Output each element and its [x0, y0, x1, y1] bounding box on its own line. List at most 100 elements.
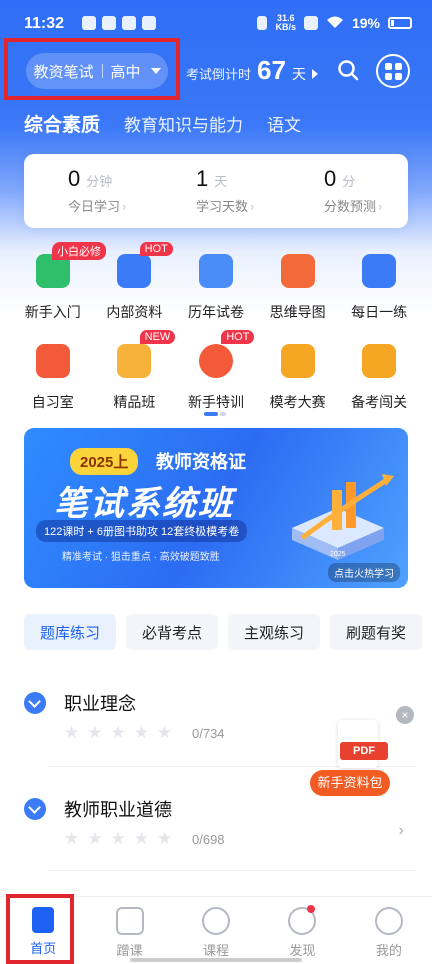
tab-chinese[interactable]: 语文 [267, 111, 301, 136]
nav-profile[interactable]: 我的 [346, 897, 432, 964]
feature-mock-contest[interactable]: 模考大赛 [257, 334, 339, 424]
chevron-right-icon: › [122, 199, 127, 214]
star-icon: ★ [64, 829, 80, 848]
page-indicator-active [204, 412, 218, 416]
feature-label: 备考闯关 [351, 394, 408, 410]
chapter-progress: 0/734 [192, 726, 225, 741]
banner-pill: 122课时 + 6册图书助攻 12套终极模考卷 [36, 520, 248, 542]
banner-title: 笔试系统班 [54, 485, 234, 523]
vibrate-icon [257, 16, 268, 30]
chapter-stars: ★ ★ ★ ★ ★ [64, 724, 172, 741]
book-cover-label: 2025 [330, 551, 346, 558]
stat-value: 0 [324, 166, 337, 191]
trophy-icon [280, 344, 315, 378]
feature-label: 历年试卷 [187, 304, 244, 320]
nav-label: 我的 [375, 943, 402, 958]
tab-key-points[interactable]: 必背考点 [126, 614, 219, 650]
premium-class-icon [117, 344, 152, 378]
feature-past-papers[interactable]: 历年试卷 [175, 244, 257, 334]
net-speed: 31.6 KB/s [275, 14, 296, 32]
net-speed-unit: KB/s [275, 22, 296, 32]
feature-beginner-training[interactable]: HOT 新手特训 [175, 330, 257, 424]
banner-cta: 点击火热学习 [328, 563, 400, 582]
status-time: 11:32 [24, 15, 65, 32]
smile-icon [374, 907, 403, 935]
chevron-right-icon: › [378, 199, 383, 214]
star-icon: ★ [87, 723, 103, 742]
feature-label: 每日一练 [351, 304, 408, 320]
exam-countdown[interactable]: 考试倒计时 67 天 [186, 55, 318, 86]
feature-mindmap[interactable]: 思维导图 [257, 244, 339, 334]
caret-right-icon [311, 69, 318, 79]
battery-text: 19% [351, 15, 380, 31]
nav-discover[interactable]: 发现 [259, 897, 345, 964]
play-bubble-icon [202, 907, 231, 935]
study-room-icon [35, 344, 70, 378]
tab-education-knowledge[interactable]: 教育知识与能力 [124, 111, 243, 136]
chapter-stars: ★ ★ ★ ★ ★ [64, 830, 172, 847]
target-icon [198, 344, 233, 378]
apps-grid-icon [384, 62, 402, 80]
notification-icon [82, 16, 96, 30]
tab-practice-rewards[interactable]: 刷题有奖 [330, 614, 423, 650]
wifi-icon [326, 15, 344, 32]
tiktok-icon [122, 16, 136, 30]
stat-value: 1 [196, 166, 209, 191]
status-right: 31.6 KB/s 19% [257, 14, 412, 32]
chevron-down-icon[interactable] [24, 692, 46, 714]
close-icon[interactable]: × [396, 706, 414, 724]
feature-badge: NEW [139, 330, 176, 344]
banner-subtitle: 教师资格证 [156, 452, 246, 472]
star-icon: ★ [157, 829, 173, 848]
tab-comprehensive[interactable]: 综合素质 [24, 110, 100, 137]
app-notify-icon [142, 16, 156, 30]
feature-label: 思维导图 [269, 304, 326, 320]
stat-score-forecast[interactable]: 0分 分数预测 › [280, 154, 408, 228]
star-icon: ★ [133, 723, 149, 742]
promo-banner[interactable]: 2025上 教师资格证 笔试系统班 122课时 + 6册图书助攻 12套终极模考… [24, 428, 408, 588]
sim-icon [303, 16, 318, 30]
feature-badge: HOT [139, 242, 173, 256]
battery-icon [388, 17, 412, 29]
countdown-unit: 天 [291, 66, 306, 82]
feature-row: 小白必修 新手入门 HOT 内部资料 历年试卷 思维导图 每日一练 [0, 242, 432, 334]
nav-label: 发现 [289, 943, 316, 958]
star-icon: ★ [110, 723, 126, 742]
feature-exam-challenge[interactable]: 备考闯关 [338, 334, 420, 424]
chevron-down-icon[interactable] [24, 798, 46, 820]
feature-label: 内部资料 [106, 304, 163, 320]
nav-courses[interactable]: 课程 [173, 897, 259, 964]
feature-badge: HOT [221, 330, 255, 344]
chapter-progress: 0/698 [192, 832, 225, 847]
tab-question-bank[interactable]: 题库练习 [24, 614, 117, 650]
feature-study-room[interactable]: 自习室 [12, 334, 94, 424]
apps-button[interactable] [376, 54, 410, 88]
star-icon: ★ [110, 829, 126, 848]
countdown-days: 67 [257, 55, 286, 85]
search-icon [338, 60, 359, 81]
practice-tabs: 题库练习 必背考点 主观练习 刷题有奖 [24, 614, 423, 650]
stat-label: 学习天数 [196, 199, 249, 214]
tab-subjective[interactable]: 主观练习 [228, 614, 321, 650]
stat-today-study[interactable]: 0 分钟 今日学习 › [24, 154, 152, 228]
nav-audit-class[interactable]: 蹭课 [86, 897, 172, 964]
feature-label: 模考大赛 [269, 394, 326, 410]
stat-study-days[interactable]: 1天 学习天数 › [152, 154, 280, 228]
pdf-floating-widget[interactable]: × PDF 新手资料包 [310, 706, 420, 796]
feature-internal-materials[interactable]: HOT 内部资料 [94, 242, 176, 334]
stat-unit: 分 [342, 174, 356, 189]
feature-daily-practice[interactable]: 每日一练 [338, 244, 420, 334]
chapter-item[interactable]: 教师职业道德 ★ ★ ★ ★ ★ 0/698 › [24, 796, 408, 856]
chapter-name: 教师职业道德 [64, 800, 172, 820]
feature-label: 精品班 [113, 394, 156, 410]
crown-icon [102, 16, 116, 30]
feature-premium-class[interactable]: NEW 精品班 [94, 330, 176, 424]
search-button[interactable] [336, 58, 360, 82]
feature-beginner[interactable]: 小白必修 新手入门 [12, 242, 106, 334]
study-stats-card: 0 分钟 今日学习 › 1天 学习天数 › 0分 分数预测 › [24, 154, 408, 228]
beginner-materials-button[interactable]: 新手资料包 [310, 770, 390, 796]
chevron-right-icon: › [250, 199, 255, 214]
nav-label: 课程 [203, 943, 230, 958]
pdf-label: PDF [340, 742, 388, 760]
highlight-box-exam-selector [4, 38, 180, 100]
